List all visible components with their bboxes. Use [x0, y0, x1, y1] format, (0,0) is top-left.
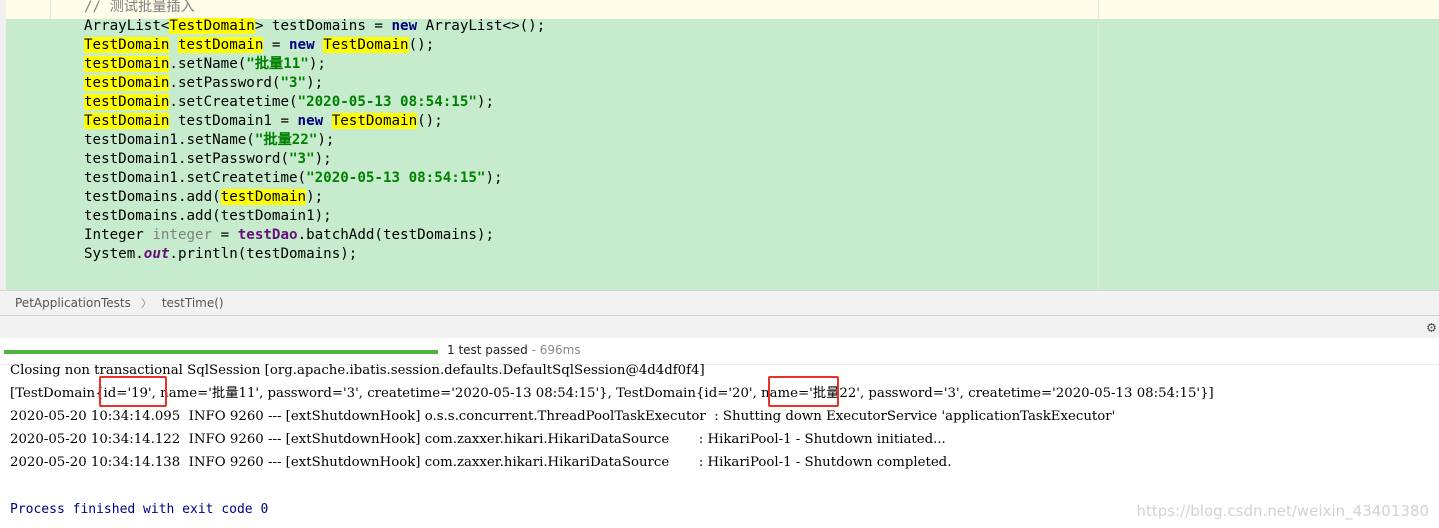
code-token: TestDomain	[169, 18, 255, 34]
breadcrumb-item-class[interactable]: PetApplicationTests	[0, 296, 135, 310]
code-token: "批量11"	[246, 56, 309, 72]
code-token: );	[476, 94, 495, 110]
code-token: testDomains.add(testDomain1);	[84, 208, 332, 224]
test-status-label: 1 test passed	[447, 343, 528, 357]
code-line[interactable]: testDomain.setPassword("3");	[84, 74, 545, 93]
code-token: .setName(	[169, 56, 247, 72]
console-line: 2020-05-20 10:34:14.122 INFO 9260 --- [e…	[10, 432, 946, 447]
code-line[interactable]: testDomains.add(testDomain);	[84, 188, 545, 207]
code-token: testDomain	[220, 189, 307, 205]
code-token: .setPassword(	[169, 75, 281, 91]
code-token: TestDomain	[323, 37, 409, 53]
code-line[interactable]: testDomain1.setPassword("3");	[84, 150, 545, 169]
code-token: testDomains.add(	[84, 189, 221, 205]
code-token: );	[485, 170, 503, 186]
code-token: System.	[84, 246, 144, 262]
code-token: out	[143, 246, 170, 262]
code-line[interactable]: // 测试批量插入	[84, 0, 545, 17]
annotation-box-id-19	[99, 376, 167, 407]
code-token: ();	[417, 113, 443, 129]
code-token: testDomain1 =	[169, 113, 298, 129]
console-output[interactable]: Closing non transactional SqlSession [or…	[0, 363, 1439, 528]
code-line[interactable]: ArrayList<TestDomain> testDomains = new …	[84, 17, 545, 36]
code-token: new	[391, 18, 418, 34]
code-token: TestDomain	[331, 113, 418, 129]
code-line[interactable]: TestDomain testDomain1 = new TestDomain(…	[84, 112, 545, 131]
code-token: =	[263, 37, 290, 53]
code-line[interactable]: System.out.println(testDomains);	[84, 245, 545, 264]
code-token: ArrayList<	[84, 18, 170, 34]
code-area[interactable]: // 测试批量插入 ArrayList<TestDomain> testDomai…	[6, 0, 1439, 290]
code-token: Integer	[84, 227, 153, 243]
code-line[interactable]: testDomain1.setCreatetime("2020-05-13 08…	[84, 169, 545, 188]
code-token: new	[289, 37, 315, 53]
code-token: testDao	[237, 227, 298, 243]
code-token: "3"	[289, 151, 315, 167]
code-line[interactable]: Integer integer = testDao.batchAdd(testD…	[84, 226, 545, 245]
code-token: testDomain	[177, 37, 264, 53]
code-token: "批量22"	[254, 132, 318, 148]
code-token: ArrayList<>();	[417, 18, 546, 34]
annotation-box-id-20	[768, 376, 839, 407]
code-token: .batchAdd(testDomains);	[297, 227, 495, 243]
code-token: testDomain	[84, 94, 170, 110]
code-token: > testDomains =	[254, 18, 392, 34]
code-token: .println(testDomains);	[169, 246, 358, 262]
code-token: testDomain	[84, 75, 170, 91]
breadcrumb: PetApplicationTests 〉 testTime()	[0, 290, 1439, 316]
code-token: .setCreatetime(	[169, 94, 298, 110]
console-line: 2020-05-20 10:34:14.138 INFO 9260 --- [e…	[10, 455, 952, 470]
code-token: ();	[408, 37, 435, 53]
code-token: testDomain	[84, 56, 170, 72]
code-line[interactable]: testDomain.setName("批量11");	[84, 55, 545, 74]
console-line: 2020-05-20 10:34:14.095 INFO 9260 --- [e…	[10, 409, 1116, 424]
code-token: );	[306, 75, 324, 91]
code-token: testDomain1.setPassword(	[84, 151, 289, 167]
code-token: );	[314, 151, 332, 167]
code-token: "2020-05-13 08:54:15"	[306, 170, 486, 186]
code-line[interactable]: testDomain1.setName("批量22");	[84, 131, 545, 150]
code-token: testDomain1.setName(	[84, 132, 255, 148]
indent-guide	[50, 0, 51, 19]
watermark: https://blog.csdn.net/weixin_43401380	[1136, 502, 1429, 520]
code-line[interactable]: TestDomain testDomain = new TestDomain()…	[84, 36, 545, 55]
test-progress-bar	[4, 350, 438, 354]
code-lines[interactable]: // 测试批量插入 ArrayList<TestDomain> testDomai…	[84, 0, 545, 264]
code-token: );	[317, 132, 335, 148]
gear-icon[interactable]: ⚙	[1427, 318, 1436, 336]
run-toolbar: ⚙	[0, 316, 1439, 338]
console-line: [TestDomain{id='19', name='批量11', passwo…	[10, 386, 1214, 401]
code-token: new	[297, 113, 324, 129]
code-token: =	[212, 227, 238, 243]
code-line[interactable]: testDomain.setCreatetime("2020-05-13 08:…	[84, 93, 545, 112]
code-token: "3"	[280, 75, 307, 91]
test-progress-fill	[4, 350, 438, 354]
test-status-text: 1 test passed - 696ms	[447, 343, 581, 357]
code-token: testDomain1.setCreatetime(	[84, 170, 307, 186]
code-editor[interactable]: // 测试批量插入 ArrayList<TestDomain> testDomai…	[0, 0, 1439, 290]
code-token: );	[308, 56, 326, 72]
code-token: integer	[152, 227, 213, 243]
code-token: "2020-05-13 08:54:15"	[297, 94, 477, 110]
code-token: // 测试批量插入	[84, 0, 195, 15]
code-line[interactable]: testDomains.add(testDomain1);	[84, 207, 545, 226]
right-margin-guide	[1098, 0, 1099, 290]
code-token: TestDomain	[84, 37, 170, 53]
breadcrumb-item-method[interactable]: testTime()	[158, 296, 228, 310]
code-token: );	[306, 189, 324, 205]
process-exit-line: Process finished with exit code 0	[10, 502, 269, 517]
code-token: TestDomain	[84, 113, 170, 129]
test-duration: - 696ms	[527, 343, 581, 357]
breadcrumb-separator-icon: 〉	[140, 297, 152, 310]
